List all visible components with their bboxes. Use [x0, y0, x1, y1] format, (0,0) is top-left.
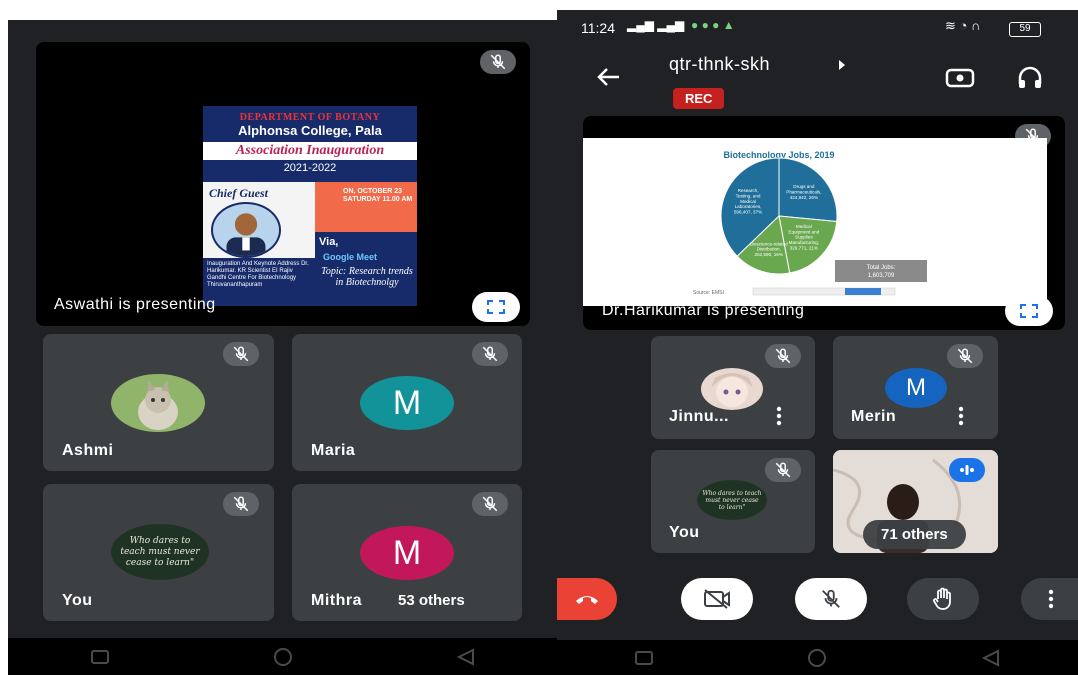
- guest-photo: [211, 202, 281, 258]
- participant-name: Mithra: [311, 592, 362, 609]
- event-poster: DEPARTMENT OF BOTANY Alphonsa College, P…: [203, 106, 417, 306]
- mic-off-icon: [765, 344, 801, 368]
- participant-tile-ashmi[interactable]: Ashmi: [43, 334, 274, 471]
- participant-tile-jinnu[interactable]: Jinnu...: [651, 336, 815, 439]
- participant-name: Merin: [851, 408, 897, 425]
- mic-off-icon: [822, 589, 840, 608]
- poster-dept: DEPARTMENT OF BOTANY: [239, 112, 381, 123]
- avatar: M: [360, 376, 454, 430]
- others-count[interactable]: 71 others: [863, 520, 966, 549]
- avatar: Who dares to teach must never cease to l…: [697, 480, 767, 520]
- signal-icon: ▂▄▆ ▂▄▆: [627, 18, 685, 32]
- fullscreen-button[interactable]: [1005, 296, 1053, 326]
- participant-tile-merin[interactable]: M Merin: [833, 336, 998, 439]
- pie-chart: Biotechnology Jobs, 2019 Research, Testin…: [693, 150, 927, 296]
- participant-name: Ashmi: [62, 442, 114, 459]
- android-nav-bar: [557, 640, 1078, 675]
- fullscreen-button[interactable]: [472, 292, 520, 322]
- switch-camera-button[interactable]: [945, 66, 975, 95]
- mic-toggle-button[interactable]: [795, 578, 867, 620]
- poster-guest-info: Inauguration And Keynote Address Dr. Har…: [203, 258, 315, 306]
- more-vert-icon[interactable]: [957, 406, 965, 426]
- presentation-tile[interactable]: DEPARTMENT OF BOTANY Alphonsa College, P…: [36, 42, 530, 326]
- fullscreen-icon: [487, 300, 505, 314]
- caret-right-icon: [839, 60, 845, 70]
- notification-icons: ● ● ● ▲: [691, 18, 735, 32]
- recents-icon[interactable]: [633, 647, 655, 669]
- avatar: M: [360, 526, 454, 580]
- right-meet-screen: 11:24 ▂▄▆ ▂▄▆ ● ● ● ▲ ≋ ◔ ∩ 59 qtr-thnk-…: [557, 10, 1078, 675]
- recents-icon[interactable]: [89, 646, 111, 668]
- participant-tile-you[interactable]: Who dares to teach must never cease to l…: [43, 484, 274, 621]
- more-vert-icon: [1048, 589, 1054, 609]
- avatar: Who dares to teach must never cease to l…: [111, 524, 209, 580]
- poster-date-panel: ON, OCTOBER 23 SATURDAY 11.00 AM: [315, 182, 417, 232]
- alarm-icon: ≋ ◔ ∩: [945, 18, 981, 33]
- android-nav-bar: [8, 638, 558, 675]
- more-vert-icon[interactable]: [775, 406, 783, 426]
- poster-date: ON, OCTOBER 23 SATURDAY 11.00 AM: [343, 188, 413, 203]
- participant-name: Maria: [311, 442, 356, 459]
- back-icon[interactable]: [455, 646, 477, 668]
- end-call-button[interactable]: [557, 578, 617, 620]
- others-count[interactable]: 53 others: [380, 586, 483, 615]
- home-icon[interactable]: [806, 647, 828, 669]
- presenter-label: Aswathi is presenting: [54, 296, 216, 313]
- switch-camera-icon: [945, 68, 975, 88]
- fullscreen-icon: [1020, 304, 1038, 318]
- mic-off-icon: [223, 342, 259, 366]
- mic-off-icon: [472, 342, 508, 366]
- back-icon[interactable]: [980, 647, 1002, 669]
- avatar: [111, 374, 205, 432]
- participant-tile-you[interactable]: Who dares to teach must never cease to l…: [651, 450, 815, 553]
- meeting-code[interactable]: qtr-thnk-skh: [669, 54, 770, 75]
- status-bar: 11:24 ▂▄▆ ▂▄▆ ● ● ● ▲ ≋ ◔ ∩ 59: [557, 10, 1078, 46]
- more-options-button[interactable]: [1021, 578, 1078, 620]
- mic-off-icon: [223, 492, 259, 516]
- battery-icon: 59: [1009, 22, 1041, 37]
- back-button[interactable]: [595, 66, 621, 93]
- presenter-label: Dr.Harikumar is presenting: [602, 302, 805, 319]
- source-button: [845, 288, 881, 295]
- participant-name: You: [62, 592, 93, 609]
- mic-off-icon: [947, 344, 983, 368]
- raise-hand-button[interactable]: [907, 578, 979, 620]
- chart-slide: Biotechnology Jobs, 2019 Research, Testin…: [583, 138, 1047, 306]
- poster-via: Via,: [319, 236, 339, 248]
- status-time: 11:24: [581, 20, 615, 36]
- home-icon[interactable]: [272, 646, 294, 668]
- participant-name: You: [669, 524, 700, 541]
- mic-off-icon: [480, 50, 516, 74]
- left-meet-screen: DEPARTMENT OF BOTANY Alphonsa College, P…: [8, 20, 558, 675]
- audio-level-icon: [960, 465, 974, 475]
- avatar: [701, 368, 763, 410]
- poster-college: Alphonsa College, Pala: [238, 123, 382, 138]
- mic-off-icon: [472, 492, 508, 516]
- phone-hangup-icon: [576, 596, 598, 604]
- videocam-off-icon: [704, 589, 730, 609]
- camera-toggle-button[interactable]: [681, 578, 753, 620]
- participant-tile-maria[interactable]: M Maria: [292, 334, 522, 471]
- avatar: M: [885, 368, 947, 408]
- participant-name: Jinnu...: [669, 408, 729, 425]
- poster-topic: Topic: Research trends in Biotechnolgy: [321, 266, 413, 288]
- headphones-icon: [1018, 66, 1042, 88]
- poster-year: 2021-2022: [283, 162, 337, 174]
- audio-output-button[interactable]: [1017, 66, 1043, 95]
- poster-chief-guest: Chief Guest: [209, 186, 269, 200]
- poster-event: Association Inauguration: [203, 142, 417, 160]
- source-label: Source: EMSI: [693, 290, 724, 296]
- hand-icon: [933, 587, 951, 610]
- poster-platform: Google Meet: [323, 252, 378, 262]
- speaking-indicator: [949, 458, 985, 482]
- arrow-back-icon: [597, 68, 619, 86]
- recording-badge: REC: [673, 88, 725, 109]
- mic-off-icon: [765, 458, 801, 482]
